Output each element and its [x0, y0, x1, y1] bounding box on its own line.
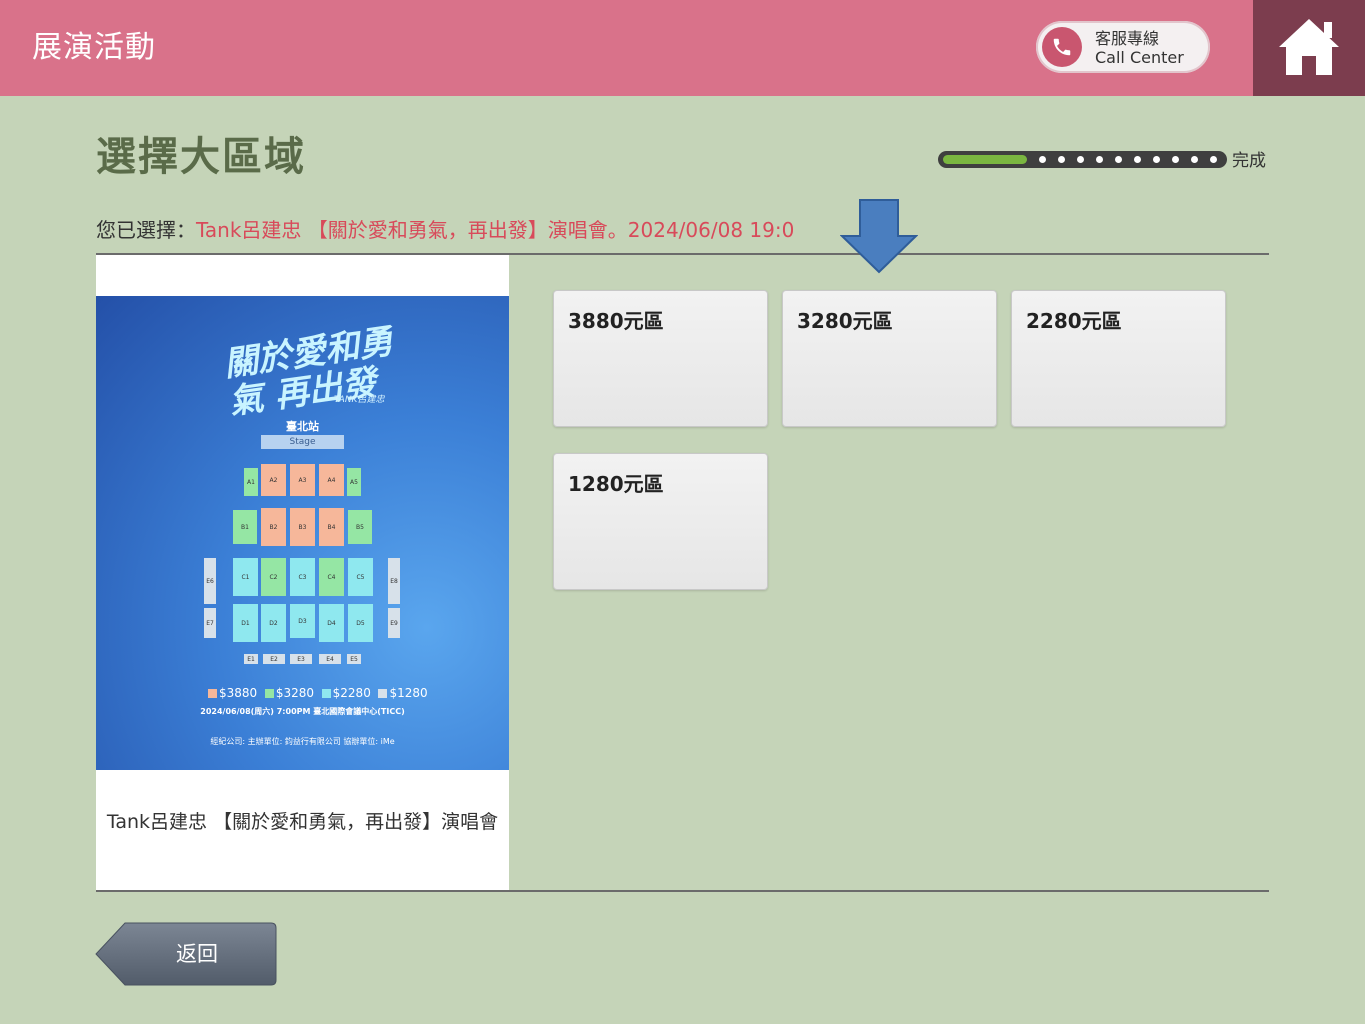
- poster-price-legend: $3880 $3280 $2280 $1280: [208, 686, 428, 700]
- poster-subtitle: TANK呂建忠: [334, 395, 385, 405]
- seat-block: E1: [244, 654, 258, 664]
- seat-block: D5: [348, 604, 373, 642]
- selection-value: Tank呂建忠 【關於愛和勇氣，再出發】演唱會。2024/06/08 19:0: [196, 218, 795, 242]
- seat-block: E2: [263, 654, 285, 664]
- seat-block: A1: [244, 468, 258, 496]
- event-poster: 關於愛和勇氣 再出發 TANK呂建忠 臺北站 Stage A1 A2 A3 A4…: [96, 296, 509, 770]
- zone-label: 2280元區: [1026, 309, 1122, 333]
- seat-block: C3: [290, 558, 315, 596]
- progress-step: [1191, 156, 1198, 163]
- seat-block: A2: [261, 464, 286, 496]
- seat-block: D3: [290, 604, 315, 638]
- progress-step: [1077, 156, 1084, 163]
- seat-block: B5: [348, 510, 372, 544]
- seat-block: E3: [290, 654, 312, 664]
- zone-button-2280[interactable]: 2280元區: [1011, 290, 1226, 427]
- progress-step: [1058, 156, 1065, 163]
- seat-block: C5: [348, 558, 373, 596]
- progress-bar: [938, 151, 1227, 168]
- legend-item: $3280: [275, 686, 315, 700]
- selection-summary: 您已選擇：Tank呂建忠 【關於愛和勇氣，再出發】演唱會。2024/06/08 …: [96, 216, 794, 244]
- seat-block: C2: [261, 558, 286, 596]
- seat-block: D4: [319, 604, 344, 642]
- zone-label: 3880元區: [568, 309, 664, 333]
- seat-block: C1: [233, 558, 258, 596]
- seat-block: B3: [290, 508, 315, 546]
- zone-label: 1280元區: [568, 472, 664, 496]
- seat-block: E8: [388, 558, 400, 604]
- back-button[interactable]: [95, 922, 277, 986]
- down-arrow-icon: [840, 199, 918, 274]
- seat-block: B1: [233, 510, 257, 544]
- poster-footer: 經紀公司: 主辦單位: 鈞益行有限公司 協辦單位: iMe: [210, 737, 395, 746]
- home-button[interactable]: [1253, 0, 1365, 96]
- seat-block: B2: [261, 508, 286, 546]
- seat-block: D1: [233, 604, 258, 642]
- seat-block: A3: [290, 464, 315, 496]
- legend-item: $3880: [219, 686, 258, 700]
- seat-block: E7: [204, 608, 216, 638]
- seat-block: E4: [319, 654, 341, 664]
- seat-block: B4: [319, 508, 344, 546]
- zone-button-3880[interactable]: 3880元區: [553, 290, 768, 427]
- zone-label: 3280元區: [797, 309, 893, 333]
- divider: [96, 890, 1269, 892]
- phone-icon: [1042, 27, 1082, 67]
- zone-button-1280[interactable]: 1280元區: [553, 453, 768, 590]
- progress-step: [1172, 156, 1179, 163]
- call-center-label-zh: 客服專線: [1095, 29, 1160, 48]
- progress-step: [1210, 156, 1217, 163]
- seat-block: E5: [347, 654, 361, 664]
- seat-block: E6: [204, 558, 216, 604]
- call-center-button[interactable]: 客服專線 Call Center: [1036, 21, 1210, 73]
- seat-block: E9: [388, 608, 400, 638]
- seat-block: C4: [319, 558, 344, 596]
- seat-block: A4: [319, 464, 344, 496]
- progress-fill: [943, 155, 1027, 164]
- progress-label: 完成: [1232, 151, 1266, 171]
- page-title: 選擇大區域: [96, 134, 306, 180]
- progress-step: [1039, 156, 1046, 163]
- progress-step: [1096, 156, 1103, 163]
- event-card: 關於愛和勇氣 再出發 TANK呂建忠 臺北站 Stage A1 A2 A3 A4…: [96, 255, 509, 890]
- home-icon: [1279, 19, 1339, 75]
- header-bar: 展演活動 客服專線 Call Center: [0, 0, 1365, 96]
- progress-step: [1134, 156, 1141, 163]
- progress-step: [1153, 156, 1160, 163]
- zone-button-3280[interactable]: 3280元區: [782, 290, 997, 427]
- poster-city: 臺北站: [286, 420, 319, 433]
- header-title: 展演活動: [32, 30, 156, 65]
- poster-title: 關於愛和勇氣 再出發: [221, 321, 396, 423]
- legend-item: $2280: [332, 686, 371, 700]
- call-center-label-en: Call Center: [1095, 48, 1184, 67]
- progress-step: [1115, 156, 1122, 163]
- seat-block: A5: [347, 468, 361, 496]
- selection-label: 您已選擇：: [96, 218, 196, 242]
- seat-map-stage: Stage: [261, 435, 344, 449]
- legend-item: $1280: [389, 686, 428, 700]
- poster-date: 2024/06/08(周六) 7:00PM 臺北國際會議中心(TICC): [200, 707, 405, 716]
- event-name: Tank呂建忠 【關於愛和勇氣，再出發】演唱會: [106, 811, 499, 833]
- seat-block: D2: [261, 604, 286, 642]
